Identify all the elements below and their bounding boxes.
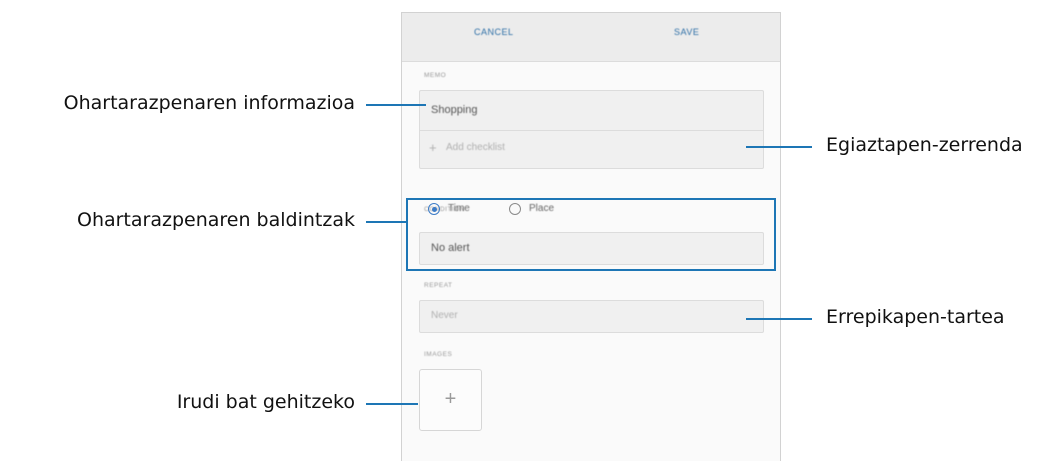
repeat-section-label: REPEAT [424, 282, 453, 289]
leader-line-reminder-conditions [366, 221, 406, 223]
leader-line-add-image [366, 403, 418, 405]
memo-field-group: Shopping + Add checklist [419, 90, 764, 169]
callout-repeat-interval: Errepikapen-tartea [826, 306, 1005, 328]
images-section-label: IMAGES [424, 351, 453, 358]
toolbar: CANCEL SAVE [402, 13, 780, 62]
callout-reminder-info: Ohartarazpenaren informazioa [63, 92, 355, 114]
add-checklist-button[interactable]: Add checklist [446, 142, 505, 153]
leader-line-reminder-info [366, 104, 426, 106]
memo-section-label: MEMO [424, 72, 447, 79]
cancel-button[interactable]: CANCEL [474, 27, 514, 37]
repeat-field[interactable]: Never [419, 300, 764, 333]
condition-highlight-box [406, 198, 776, 271]
add-checklist-plus-icon: + [429, 140, 437, 155]
memo-title-input[interactable]: Shopping [431, 104, 478, 116]
callout-checklist: Egiaztapen-zerrenda [826, 134, 1023, 156]
plus-icon: + [444, 388, 457, 410]
memo-divider [420, 130, 763, 131]
leader-line-repeat-interval [746, 318, 812, 320]
repeat-value: Never [431, 310, 458, 321]
save-button[interactable]: SAVE [674, 27, 699, 37]
leader-line-checklist [746, 146, 812, 148]
callout-add-image: Irudi bat gehitzeko [176, 391, 355, 413]
add-image-button[interactable]: + [419, 369, 482, 431]
callout-reminder-conditions: Ohartarazpenaren baldintzak [76, 209, 355, 231]
